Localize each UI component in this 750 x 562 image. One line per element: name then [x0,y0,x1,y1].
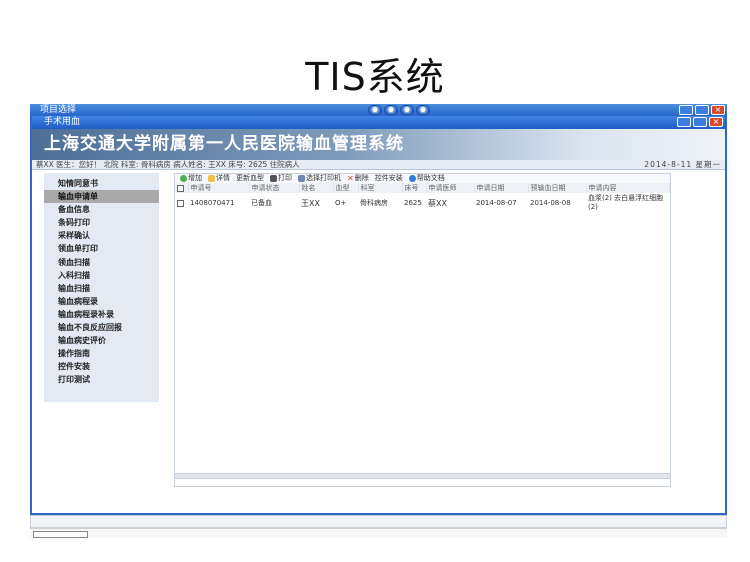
help-button[interactable]: 帮助文档 [408,174,445,183]
print-label: 打印 [278,174,292,182]
dot-icon [416,105,430,115]
detail-icon [208,175,215,182]
slide-title: TIS系统 [305,55,445,99]
select-printer-label: 选择打印机 [306,174,341,182]
cell-dept: 骨科病房 [360,199,388,207]
delete-label: 删除 [354,174,369,182]
inner-window-title: 手术用血 [44,117,81,127]
row-checkbox[interactable] [177,199,184,207]
close-icon[interactable]: × [709,117,723,127]
status-bar [30,515,727,528]
column-header[interactable]: 申请号 [188,183,250,193]
sidebar-item-history-eval[interactable]: 输血病史评价 [44,334,159,347]
system-banner: 上海交通大学附属第一人民医院输血管理系统 [32,129,725,160]
dot-icon [400,105,414,115]
maximize-icon[interactable] [695,105,709,115]
minimize-icon[interactable] [679,105,693,115]
horizontal-scrollbar[interactable] [174,473,671,479]
sidebar-item-adverse-report[interactable]: 输血不良反应回报 [44,321,159,334]
cell-request-id: 1408070471 [190,199,235,207]
column-header[interactable]: 姓名 [299,183,334,193]
column-header[interactable]: 预输血日期 [528,183,587,193]
sidebar-menu: 知情同意书 输血申请单 备血信息 条码打印 采样确认 领血单打印 领血扫描 入科… [44,173,159,402]
sidebar-item-course-record[interactable]: 输血病程录 [44,295,159,308]
cell-transfusion-date: 2014-08-08 [530,199,571,207]
column-header[interactable]: 申请状态 [249,183,300,193]
toolbar: 增加 详情 更新血型 打印 选择打印机 ✕ 删除 控件安装 帮助文档 [175,174,670,183]
maximize-icon[interactable] [693,117,707,127]
cell-name: 王XX [301,198,320,208]
update-blood-type-button[interactable]: 更新血型 [236,174,264,183]
sidebar-item-sample-confirm[interactable]: 采样确认 [44,229,159,242]
sidebar-item-print-test[interactable]: 打印测试 [44,373,159,386]
sidebar-item-pickup-print[interactable]: 领血单打印 [44,242,159,255]
cell-blood-type: O+ [335,199,347,207]
current-date: 2014-8-11 星期一 [644,160,721,169]
sidebar-item-course-supplement[interactable]: 输血病程录补录 [44,308,159,321]
control-install-label: 控件安装 [374,174,403,182]
update-blood-type-label: 更新血型 [236,174,264,182]
table-row[interactable]: 1408070471 已备血 王XX O+ 骨科病房 2625 蔡XX 2014… [175,193,670,213]
outer-window-controls: × [679,105,725,115]
cell-apply-date: 2014-08-07 [476,199,517,207]
help-label: 帮助文档 [416,174,445,182]
cell-content: 血浆(2) 去白悬浮红细胞(2) [588,194,664,211]
close-icon[interactable]: × [711,105,725,115]
table-header-row: 申请号 申请状态 姓名 血型 科室 床号 申请医师 申请日期 预输血日期 申请内… [175,183,670,193]
sidebar-item-consent[interactable]: 知情同意书 [44,177,159,190]
inner-window-titlebar: 手术用血 × [32,116,725,129]
column-header[interactable]: 申请医师 [426,183,475,193]
dot-icon [384,105,398,115]
column-header[interactable]: 申请内容 [586,183,670,193]
minimize-icon[interactable] [677,117,691,127]
select-all-checkbox[interactable] [177,184,184,192]
cell-status: 已备血 [251,199,272,207]
taskbar [30,528,727,538]
add-button[interactable]: 增加 [180,174,202,183]
cell-doctor: 蔡XX [428,198,447,208]
column-header[interactable]: 血型 [333,183,359,193]
row-select-cell[interactable] [175,193,188,213]
column-header[interactable]: 申请日期 [474,183,529,193]
inner-window-controls: × [677,117,723,127]
dot-icon [368,105,382,115]
main-content: 增加 详情 更新血型 打印 选择打印机 ✕ 删除 控件安装 帮助文档 申请号 申请… [174,173,671,487]
detail-button[interactable]: 详情 [208,174,230,183]
delete-icon: ✕ [347,174,354,183]
user-info-text: 蔡XX 医生：您好！ 北院 科室: 骨科病房 病人姓名: 王XX 床号: 262… [36,160,300,169]
taskbar-item[interactable] [33,531,88,538]
print-button[interactable]: 打印 [270,174,292,183]
printer-icon [298,175,305,182]
sidebar-item-ward-scan[interactable]: 入科扫描 [44,269,159,282]
cell-bed: 2625 [404,199,422,207]
delete-button[interactable]: ✕ 删除 [347,174,369,183]
user-info-bar: 蔡XX 医生：您好！ 北院 科室: 骨科病房 病人姓名: 王XX 床号: 262… [32,160,725,170]
outer-window-titlebar: 项目选择 × [30,104,727,116]
select-printer-button[interactable]: 选择打印机 [298,174,341,183]
sidebar-item-transfusion-request[interactable]: 输血申请单 [44,190,159,204]
select-all-header[interactable] [175,183,189,193]
sidebar-item-transfusion-scan[interactable]: 输血扫描 [44,282,159,295]
outer-window-title: 项目选择 [40,105,77,115]
sidebar-item-pickup-scan[interactable]: 领血扫描 [44,256,159,269]
sidebar-item-blood-prep[interactable]: 备血信息 [44,203,159,216]
add-label: 增加 [188,174,202,182]
request-table: 申请号 申请状态 姓名 血型 科室 床号 申请医师 申请日期 预输血日期 申请内… [175,183,670,213]
detail-label: 详情 [216,174,230,182]
column-header[interactable]: 床号 [402,183,427,193]
print-icon [270,175,277,182]
add-icon [180,175,187,182]
app-window: 手术用血 × 上海交通大学附属第一人民医院输血管理系统 蔡XX 医生：您好！ 北… [30,116,727,515]
control-install-button[interactable]: 控件安装 [375,174,403,183]
loading-indicator [368,105,430,115]
column-header[interactable]: 科室 [358,183,403,193]
sidebar-item-guide[interactable]: 操作指南 [44,347,159,360]
sidebar-item-barcode-print[interactable]: 条码打印 [44,216,159,229]
help-icon [408,175,416,182]
sidebar-item-control-install[interactable]: 控件安装 [44,360,159,373]
